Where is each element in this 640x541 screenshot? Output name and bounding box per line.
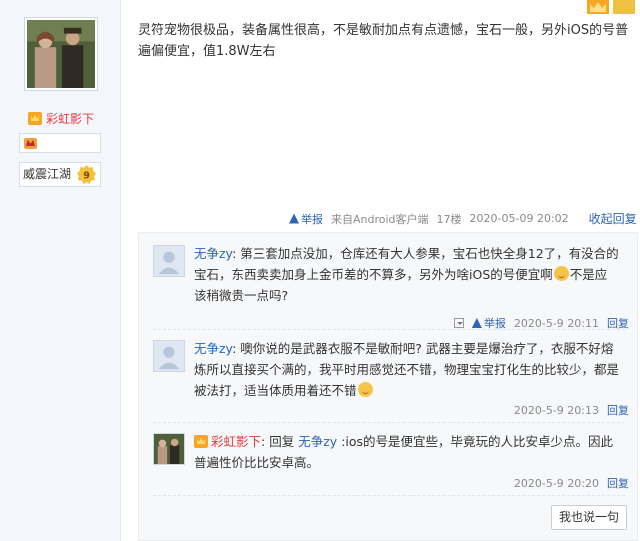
reply-body: 无争zy: 第三套加点没加，仓库还有大人参果，宝石也快全身12了，有没合的宝石，… (194, 246, 619, 303)
report-link[interactable]: 举报 (289, 211, 323, 227)
post-floor: 17楼 (436, 212, 462, 226)
user-title: 威震江湖 (23, 167, 72, 181)
user-avatar[interactable] (24, 17, 98, 91)
reply-datetime: 2020-5-9 20:13 (513, 403, 599, 417)
post-meta: 举报 来自Android客户端 17楼 2020-05-09 20:02 收起回… (289, 210, 637, 227)
user-title-level: 威震江湖 9 (19, 162, 101, 187)
level-badge-icon: 9 (77, 165, 96, 184)
reply-body: 无争zy: 噢你说的是武器衣服不是敏耐吧? 武器主要是爆治疗了，衣服不好熔炼所以… (194, 341, 620, 398)
reply-avatar[interactable] (153, 245, 185, 277)
top-decoration-icon (587, 0, 635, 14)
emoji-icon (553, 266, 569, 281)
default-avatar-icon (154, 341, 184, 371)
reply-avatar[interactable] (153, 340, 185, 372)
vip-crown-icon (28, 112, 42, 125)
post-datetime: 2020-05-09 20:02 (469, 212, 569, 225)
reply-datetime: 2020-5-9 20:20 (513, 476, 599, 490)
reply-box: 无争zy: 第三套加点没加，仓库还有大人参果，宝石也快全身12了，有没合的宝石，… (138, 232, 638, 541)
reply-meta: 2020-5-9 20:13 回复 (514, 402, 629, 418)
reply-author[interactable]: 无争zy (194, 341, 232, 356)
vip-crown-icon (194, 435, 208, 448)
default-avatar-icon (154, 246, 184, 276)
post-source: 来自Android客户端 (331, 212, 429, 226)
svg-text:9: 9 (83, 170, 90, 181)
reply-avatar[interactable] (153, 433, 185, 465)
reply-button[interactable]: 回复 (607, 475, 629, 491)
dropdown-icon[interactable] (453, 318, 464, 328)
post-content: 灵符宠物很极品，装备属性很高，不是敏耐加点有点遗憾，宝石一般，另外iOS的号普遍… (138, 23, 629, 59)
divider (153, 329, 625, 330)
emoji-icon (357, 382, 373, 397)
reply-author[interactable]: 彩虹影下 (194, 434, 261, 449)
title-badge-icon (24, 138, 37, 149)
reply-author[interactable]: 无争zy (194, 246, 232, 261)
badge-row (19, 133, 101, 153)
say-something-button[interactable]: 我也说一句 (551, 505, 627, 530)
reply-body: 彩虹影下: 回复 无争zy :ios的号是便宜些，毕竟玩的人比安卓少点。因此普遍… (194, 434, 613, 470)
warning-icon (471, 318, 482, 328)
reply-datetime: 2020-5-9 20:11 (513, 316, 599, 330)
divider (153, 495, 625, 496)
user-avatar-image (154, 434, 184, 464)
user-sidebar: 彩虹影下 威震江湖 9 (0, 0, 121, 541)
avatar-image (27, 20, 95, 88)
sidebar-username[interactable]: 彩虹影下 (28, 110, 94, 127)
warning-icon (289, 213, 299, 224)
collapse-replies-link[interactable]: 收起回复 (589, 210, 637, 227)
reply-meta: 2020-5-9 20:20 回复 (514, 475, 629, 491)
reply-target[interactable]: 无争zy (298, 434, 337, 449)
divider (153, 422, 625, 423)
reply-button[interactable]: 回复 (607, 402, 629, 418)
